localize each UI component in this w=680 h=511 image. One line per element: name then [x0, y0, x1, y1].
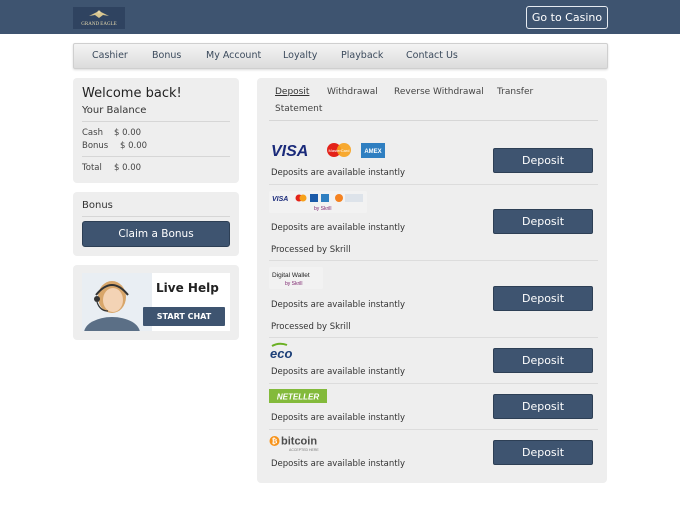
method-note: Deposits are available instantly: [271, 367, 405, 377]
method-note: Deposits are available instantly: [271, 168, 405, 178]
svg-text:NETELLER: NETELLER: [277, 393, 319, 402]
skrill-digital-wallet-logo: Digital Wallet by Skrill: [269, 267, 323, 289]
method-note: Deposits are available instantly: [271, 459, 405, 469]
divider: [82, 121, 230, 122]
nav-my-account[interactable]: My Account: [206, 44, 261, 68]
grand-eagle-logo[interactable]: GRAND EAGLE: [73, 7, 125, 29]
payment-method-neteller: NETELLER Deposits are available instantl…: [269, 384, 598, 430]
method-note: Deposits are available instantly: [271, 300, 405, 310]
method-note: Deposits are available instantly: [271, 223, 405, 233]
bonus-title: Bonus: [82, 200, 113, 211]
payment-method-skrill-cards: VISA by Skrill Deposits are available in…: [269, 185, 598, 261]
live-help-title: Live Help: [156, 281, 219, 295]
nav-contact-us[interactable]: Contact Us: [406, 44, 458, 68]
tab-reverse-withdrawal[interactable]: Reverse Withdrawal: [394, 87, 484, 97]
svg-text:bitcoin: bitcoin: [281, 436, 317, 448]
tab-statement[interactable]: Statement: [275, 104, 322, 114]
payment-method-bitcoin: ₿ bitcoin ACCEPTED HERE Deposits are ava…: [269, 430, 598, 476]
main-nav: Cashier Bonus My Account Loyalty Playbac…: [73, 43, 608, 69]
eco-logo: eco: [270, 342, 292, 360]
divider: [82, 216, 230, 217]
live-help-panel: Live Help START CHAT: [73, 265, 239, 340]
svg-text:AMEX: AMEX: [364, 149, 381, 155]
nav-cashier[interactable]: Cashier: [92, 44, 128, 68]
cash-value: $ 0.00: [114, 128, 142, 138]
svg-text:by Skrill: by Skrill: [314, 206, 332, 212]
svg-text:MasterCard: MasterCard: [329, 148, 350, 153]
total-value: $ 0.00: [114, 163, 142, 173]
nav-bonus[interactable]: Bonus: [152, 44, 181, 68]
svg-text:eco: eco: [270, 346, 292, 360]
deposit-button[interactable]: Deposit: [493, 209, 593, 234]
bonus-panel: Bonus Claim a Bonus: [73, 192, 239, 256]
tab-deposit[interactable]: Deposit: [275, 87, 309, 97]
balance-title: Your Balance: [82, 105, 147, 116]
cash-label: Cash: [82, 128, 103, 138]
tab-transfer[interactable]: Transfer: [497, 87, 533, 97]
svg-text:GRAND EAGLE: GRAND EAGLE: [81, 22, 116, 27]
total-label: Total: [82, 163, 102, 173]
divider: [82, 156, 230, 157]
top-bar: GRAND EAGLE Go to Casino: [0, 0, 680, 34]
claim-bonus-button[interactable]: Claim a Bonus: [82, 221, 230, 247]
method-note: Deposits are available instantly: [271, 413, 405, 423]
svg-text:by Skrill: by Skrill: [285, 281, 303, 287]
nav-playback[interactable]: Playback: [341, 44, 383, 68]
payment-method-cards: VISA MasterCard AMEX Deposits are availa…: [269, 130, 598, 185]
deposit-button[interactable]: Deposit: [493, 348, 593, 373]
bonus-label: Bonus: [82, 141, 109, 151]
deposit-button[interactable]: Deposit: [493, 148, 593, 173]
tab-withdrawal[interactable]: Withdrawal: [327, 87, 378, 97]
svg-text:Digital Wallet: Digital Wallet: [272, 272, 310, 279]
svg-text:VISA: VISA: [271, 143, 308, 160]
payment-method-eco: eco Deposits are available instantly Dep…: [269, 338, 598, 384]
processed-by-note: Processed by Skrill: [271, 322, 351, 332]
deposit-button[interactable]: Deposit: [493, 440, 593, 465]
svg-text:VISA: VISA: [272, 196, 288, 203]
processed-by-note: Processed by Skrill: [271, 245, 351, 255]
bitcoin-logo: ₿ bitcoin ACCEPTED HERE: [269, 436, 319, 452]
tabs-divider: [269, 120, 598, 121]
neteller-logo: NETELLER: [269, 389, 327, 403]
visa-mastercard-amex-logos: VISA MasterCard AMEX: [271, 143, 385, 160]
start-chat-button[interactable]: START CHAT: [143, 307, 225, 326]
deposit-button[interactable]: Deposit: [493, 394, 593, 419]
welcome-panel: Welcome back! Your Balance Cash $ 0.00 B…: [73, 78, 239, 183]
nav-loyalty[interactable]: Loyalty: [283, 44, 317, 68]
skrill-cards-logo: VISA by Skrill: [269, 191, 367, 213]
deposit-button[interactable]: Deposit: [493, 286, 593, 311]
svg-text:ACCEPTED HERE: ACCEPTED HERE: [289, 448, 319, 452]
payment-method-digital-wallet: Digital Wallet by Skrill Deposits are av…: [269, 261, 598, 338]
svg-text:₿: ₿: [272, 438, 278, 446]
support-agent-image: [82, 273, 152, 331]
live-help-banner[interactable]: Live Help START CHAT: [82, 273, 230, 331]
bonus-value: $ 0.00: [120, 141, 148, 151]
welcome-title: Welcome back!: [82, 86, 182, 101]
go-to-casino-button[interactable]: Go to Casino: [526, 6, 608, 29]
